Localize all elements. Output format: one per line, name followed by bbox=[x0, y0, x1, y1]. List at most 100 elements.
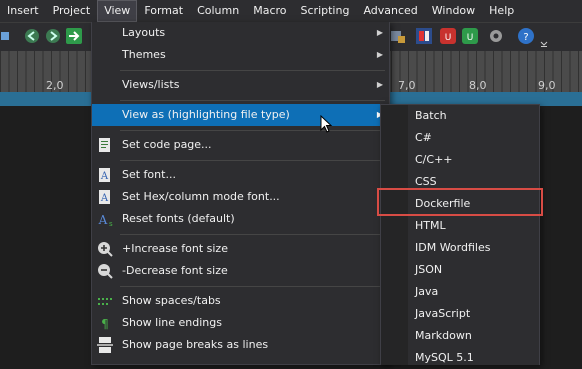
page-break-icon bbox=[97, 337, 113, 353]
help-icon[interactable]: ? bbox=[518, 28, 534, 44]
menu-format[interactable]: Format bbox=[137, 0, 190, 22]
menu-item-show-line-endings[interactable]: ¶ Show line endings bbox=[92, 312, 389, 334]
ruler-tick-label: 8,0 bbox=[469, 79, 487, 92]
view-menu: Layouts ▶ Themes ▶ Views/lists ▶ View as… bbox=[91, 22, 390, 365]
ruler-tick-label: 9,0 bbox=[538, 79, 556, 92]
uc-icon[interactable]: U bbox=[440, 28, 456, 44]
menu-item-decrease-font[interactable]: -Decrease font size bbox=[92, 260, 389, 282]
menu-item-set-font[interactable]: A Set font... bbox=[92, 164, 389, 186]
menu-separator bbox=[120, 100, 385, 101]
menu-separator bbox=[120, 286, 385, 287]
menu-item-label: Reset fonts (default) bbox=[122, 212, 235, 225]
menu-bar: Insert Project View Format Column Macro … bbox=[0, 0, 582, 22]
menu-separator bbox=[120, 70, 385, 71]
ruler-tick-label: 2,0 bbox=[46, 79, 64, 92]
submenu-item[interactable]: Markdown bbox=[381, 325, 539, 347]
uedit-icon[interactable]: U bbox=[462, 28, 478, 44]
menu-item-label: Set Hex/column mode font... bbox=[122, 190, 280, 203]
svg-text:A: A bbox=[100, 171, 109, 182]
svg-text:A: A bbox=[98, 213, 108, 227]
menu-item-set-code-page[interactable]: Set code page... bbox=[92, 134, 389, 156]
submenu-item-label: Markdown bbox=[415, 329, 472, 342]
menu-item-label: Show spaces/tabs bbox=[122, 294, 221, 307]
mouse-cursor-icon bbox=[320, 114, 334, 138]
menu-item-label: Layouts bbox=[122, 26, 166, 39]
menu-project[interactable]: Project bbox=[46, 0, 98, 22]
submenu-item[interactable]: IDM Wordfiles bbox=[381, 237, 539, 259]
menu-item-view-as[interactable]: View as (highlighting file type) ▶ bbox=[92, 104, 389, 126]
menu-separator bbox=[120, 130, 385, 131]
gear-icon[interactable] bbox=[488, 28, 504, 44]
menu-separator bbox=[120, 234, 385, 235]
zoom-out-icon bbox=[97, 263, 113, 279]
hex-font-icon: A bbox=[97, 189, 113, 205]
submenu-item[interactable]: C/C++ bbox=[381, 149, 539, 171]
menu-column[interactable]: Column bbox=[190, 0, 246, 22]
menu-item-themes[interactable]: Themes ▶ bbox=[92, 44, 389, 66]
menu-item-label: Set font... bbox=[122, 168, 176, 181]
menu-advanced[interactable]: Advanced bbox=[356, 0, 424, 22]
submenu-item-label: JSON bbox=[415, 263, 443, 276]
submenu-item[interactable]: C# bbox=[381, 127, 539, 149]
menu-item-label: Show page breaks as lines bbox=[122, 338, 269, 351]
menu-item-increase-font[interactable]: +Increase font size bbox=[92, 238, 389, 260]
menu-view[interactable]: View bbox=[97, 0, 138, 22]
submenu-item[interactable]: HTML bbox=[381, 215, 539, 237]
svg-text:U: U bbox=[467, 33, 474, 43]
forward-icon[interactable] bbox=[45, 28, 61, 44]
menu-item-layouts[interactable]: Layouts ▶ bbox=[92, 22, 389, 44]
submenu-item[interactable]: JavaScript bbox=[381, 303, 539, 325]
reset-font-icon: As bbox=[97, 211, 113, 228]
menu-help[interactable]: Help bbox=[482, 0, 521, 22]
view-as-submenu: Batch C# C/C++ CSS Dockerfile HTML IDM W… bbox=[380, 104, 540, 365]
goto-icon[interactable] bbox=[66, 28, 82, 44]
menu-item-label: Show line endings bbox=[122, 316, 222, 329]
menu-item-label: Views/lists bbox=[122, 78, 180, 91]
submenu-item-label: C/C++ bbox=[415, 153, 453, 166]
menu-item-label: -Decrease font size bbox=[122, 264, 228, 277]
tool-icon[interactable] bbox=[390, 28, 406, 44]
menu-item-views-lists[interactable]: Views/lists ▶ bbox=[92, 74, 389, 96]
menu-item-show-spaces[interactable]: Show spaces/tabs bbox=[92, 290, 389, 312]
svg-text:?: ? bbox=[523, 32, 528, 43]
svg-text:A: A bbox=[100, 193, 109, 204]
menu-scripting[interactable]: Scripting bbox=[294, 0, 357, 22]
submenu-item-label: HTML bbox=[415, 219, 446, 232]
submenu-item-label: C# bbox=[415, 131, 432, 144]
menu-item-show-page-breaks[interactable]: Show page breaks as lines bbox=[92, 334, 389, 356]
toolbar-arrow-icon[interactable] bbox=[1, 28, 9, 44]
menu-item-reset-fonts[interactable]: As Reset fonts (default) bbox=[92, 208, 389, 230]
submenu-item[interactable]: JSON bbox=[381, 259, 539, 281]
menu-item-set-hex-font[interactable]: A Set Hex/column mode font... bbox=[92, 186, 389, 208]
zoom-in-icon bbox=[97, 241, 113, 257]
font-icon: A bbox=[97, 167, 113, 183]
svg-text:¶: ¶ bbox=[101, 317, 109, 331]
submenu-item[interactable]: Java bbox=[381, 281, 539, 303]
ruler-tick-label: 7,0 bbox=[398, 79, 416, 92]
back-icon[interactable] bbox=[24, 28, 40, 44]
submenu-arrow-icon: ▶ bbox=[376, 28, 383, 37]
menu-item-label: View as (highlighting file type) bbox=[122, 108, 290, 121]
submenu-item-label: Java bbox=[415, 285, 439, 298]
menu-item-label: Themes bbox=[122, 48, 166, 61]
menu-item-label: Set code page... bbox=[122, 138, 212, 151]
submenu-item-label: Batch bbox=[415, 109, 447, 122]
menu-macro[interactable]: Macro bbox=[246, 0, 293, 22]
submenu-item[interactable]: MySQL 5.1 bbox=[381, 347, 539, 369]
code-page-icon bbox=[97, 137, 113, 153]
submenu-item-label: JavaScript bbox=[415, 307, 471, 320]
menu-separator bbox=[120, 160, 385, 161]
compare-icon[interactable] bbox=[416, 28, 432, 44]
highlight-outline bbox=[377, 188, 543, 216]
menu-window[interactable]: Window bbox=[425, 0, 482, 22]
submenu-item[interactable]: Batch bbox=[381, 105, 539, 127]
toolbar-overflow-icon[interactable] bbox=[540, 28, 548, 47]
spaces-tabs-icon bbox=[97, 293, 113, 309]
svg-text:s: s bbox=[109, 220, 113, 227]
submenu-item-label: MySQL 5.1 bbox=[415, 351, 474, 364]
menu-insert[interactable]: Insert bbox=[0, 0, 46, 22]
menu-item-label: +Increase font size bbox=[122, 242, 228, 255]
submenu-item-label: IDM Wordfiles bbox=[415, 241, 491, 254]
svg-text:U: U bbox=[445, 33, 452, 43]
submenu-arrow-icon: ▶ bbox=[376, 80, 383, 89]
